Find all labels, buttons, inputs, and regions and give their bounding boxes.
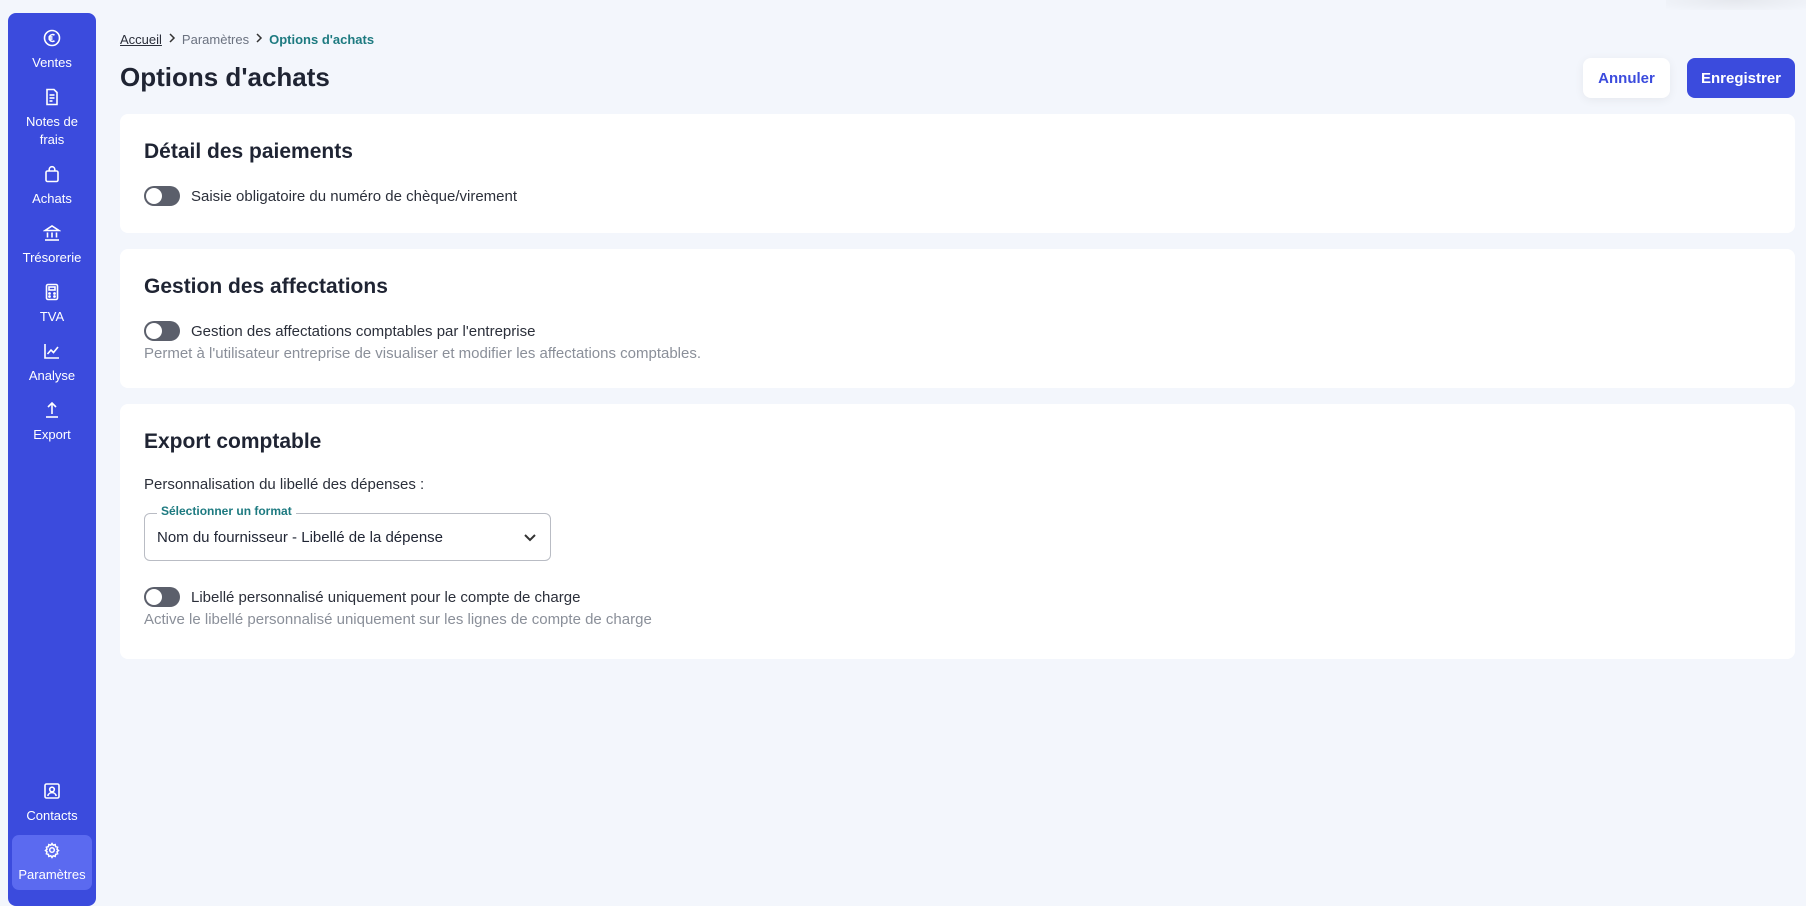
- select-legend: Sélectionner un format: [157, 504, 296, 518]
- sidebar-item-label: Contacts: [26, 808, 78, 823]
- chevron-down-icon: [522, 529, 538, 545]
- sidebar-item-contacts[interactable]: Contacts: [12, 776, 92, 831]
- chart-line-icon: [41, 340, 63, 362]
- sidebar-item-analyse[interactable]: Analyse: [12, 336, 92, 391]
- select-value: Nom du fournisseur - Libellé de la dépen…: [157, 528, 444, 546]
- helper-text: Permet à l'utilisateur entreprise de vis…: [144, 345, 702, 362]
- page-title: Options d'achats: [120, 62, 330, 92]
- label-format: Personnalisation du libellé des dépenses…: [144, 476, 425, 493]
- sidebar-item-label: Achats: [32, 191, 72, 206]
- sidebar-item-tva[interactable]: TVA: [12, 277, 92, 332]
- toggle-knob: [146, 589, 162, 605]
- cancel-button[interactable]: Annuler: [1583, 58, 1670, 98]
- toggle-label: Gestion des affectations comptables par …: [191, 322, 536, 340]
- breadcrumb-home-link[interactable]: Accueil: [120, 32, 162, 47]
- upload-icon: [41, 399, 63, 421]
- sidebar-item-label: Paramètres: [18, 867, 86, 882]
- breadcrumb-parent-link[interactable]: Paramètres: [182, 32, 249, 47]
- sidebar-bottom-nav: Contacts Paramètres: [8, 776, 96, 894]
- sidebar-item-export[interactable]: Export: [12, 395, 92, 450]
- save-button[interactable]: Enregistrer: [1687, 58, 1795, 98]
- payment-number-toggle[interactable]: [144, 186, 180, 206]
- payment-number-toggle-row: Saisie obligatoire du numéro de chèque/v…: [144, 186, 1771, 206]
- sidebar-item-label: Notes de frais: [25, 114, 79, 147]
- assignments-toggle[interactable]: [144, 321, 180, 341]
- toggle-knob: [146, 323, 162, 339]
- sidebar-item-notes-de-frais[interactable]: Notes de frais: [12, 82, 92, 155]
- gear-icon: [41, 839, 63, 861]
- chevron-right-icon: [255, 33, 263, 46]
- shopping-bag-icon: [41, 163, 63, 185]
- toggle-label: Saisie obligatoire du numéro de chèque/v…: [191, 187, 518, 205]
- custom-label-toggle[interactable]: [144, 587, 180, 607]
- assignments-toggle-row: Gestion des affectations comptables par …: [144, 321, 1771, 341]
- card-title: Détail des paiements: [144, 140, 353, 163]
- card-title: Export comptable: [144, 430, 322, 453]
- helper-text: Active le libellé personnalisé uniquemen…: [144, 611, 652, 628]
- payments-detail-card: Détail des paiements Saisie obligatoire …: [120, 114, 1795, 233]
- euro-icon: [41, 27, 63, 49]
- sidebar-item-achats[interactable]: Achats: [12, 159, 92, 214]
- sidebar-item-label: Trésorerie: [22, 250, 82, 265]
- sidebar-item-parametres[interactable]: Paramètres: [12, 835, 92, 890]
- toggle-label: Libellé personnalisé uniquement pour le …: [191, 588, 581, 606]
- sidebar-item-label: Ventes: [32, 55, 72, 70]
- toggle-knob: [146, 188, 162, 204]
- assignments-card: Gestion des affectations Gestion des aff…: [120, 249, 1795, 388]
- sidebar-item-tresorerie[interactable]: Trésorerie: [12, 218, 92, 273]
- chevron-right-icon: [168, 33, 176, 46]
- sidebar-item-label: Export: [33, 427, 71, 442]
- sidebar-item-label: Analyse: [28, 368, 76, 383]
- card-title: Gestion des affectations: [144, 275, 388, 298]
- bank-icon: [41, 222, 63, 244]
- top-right-shadow: [1666, 0, 1806, 10]
- breadcrumb: Accueil Paramètres Options d'achats: [120, 32, 374, 47]
- custom-label-toggle-row: Libellé personnalisé uniquement pour le …: [144, 587, 1771, 607]
- sidebar: Ventes Notes de frais Achats Trésorerie …: [8, 13, 96, 906]
- contact-icon: [41, 780, 63, 802]
- receipt-icon: [41, 86, 63, 108]
- sidebar-item-ventes[interactable]: Ventes: [12, 23, 92, 78]
- sidebar-item-label: TVA: [39, 309, 65, 324]
- breadcrumb-current: Options d'achats: [269, 32, 375, 47]
- export-card: Export comptable Personnalisation du lib…: [120, 404, 1795, 659]
- sidebar-main-nav: Ventes Notes de frais Achats Trésorerie …: [8, 23, 96, 454]
- calculator-icon: [41, 281, 63, 303]
- format-select[interactable]: Sélectionner un format Nom du fournisseu…: [144, 504, 551, 561]
